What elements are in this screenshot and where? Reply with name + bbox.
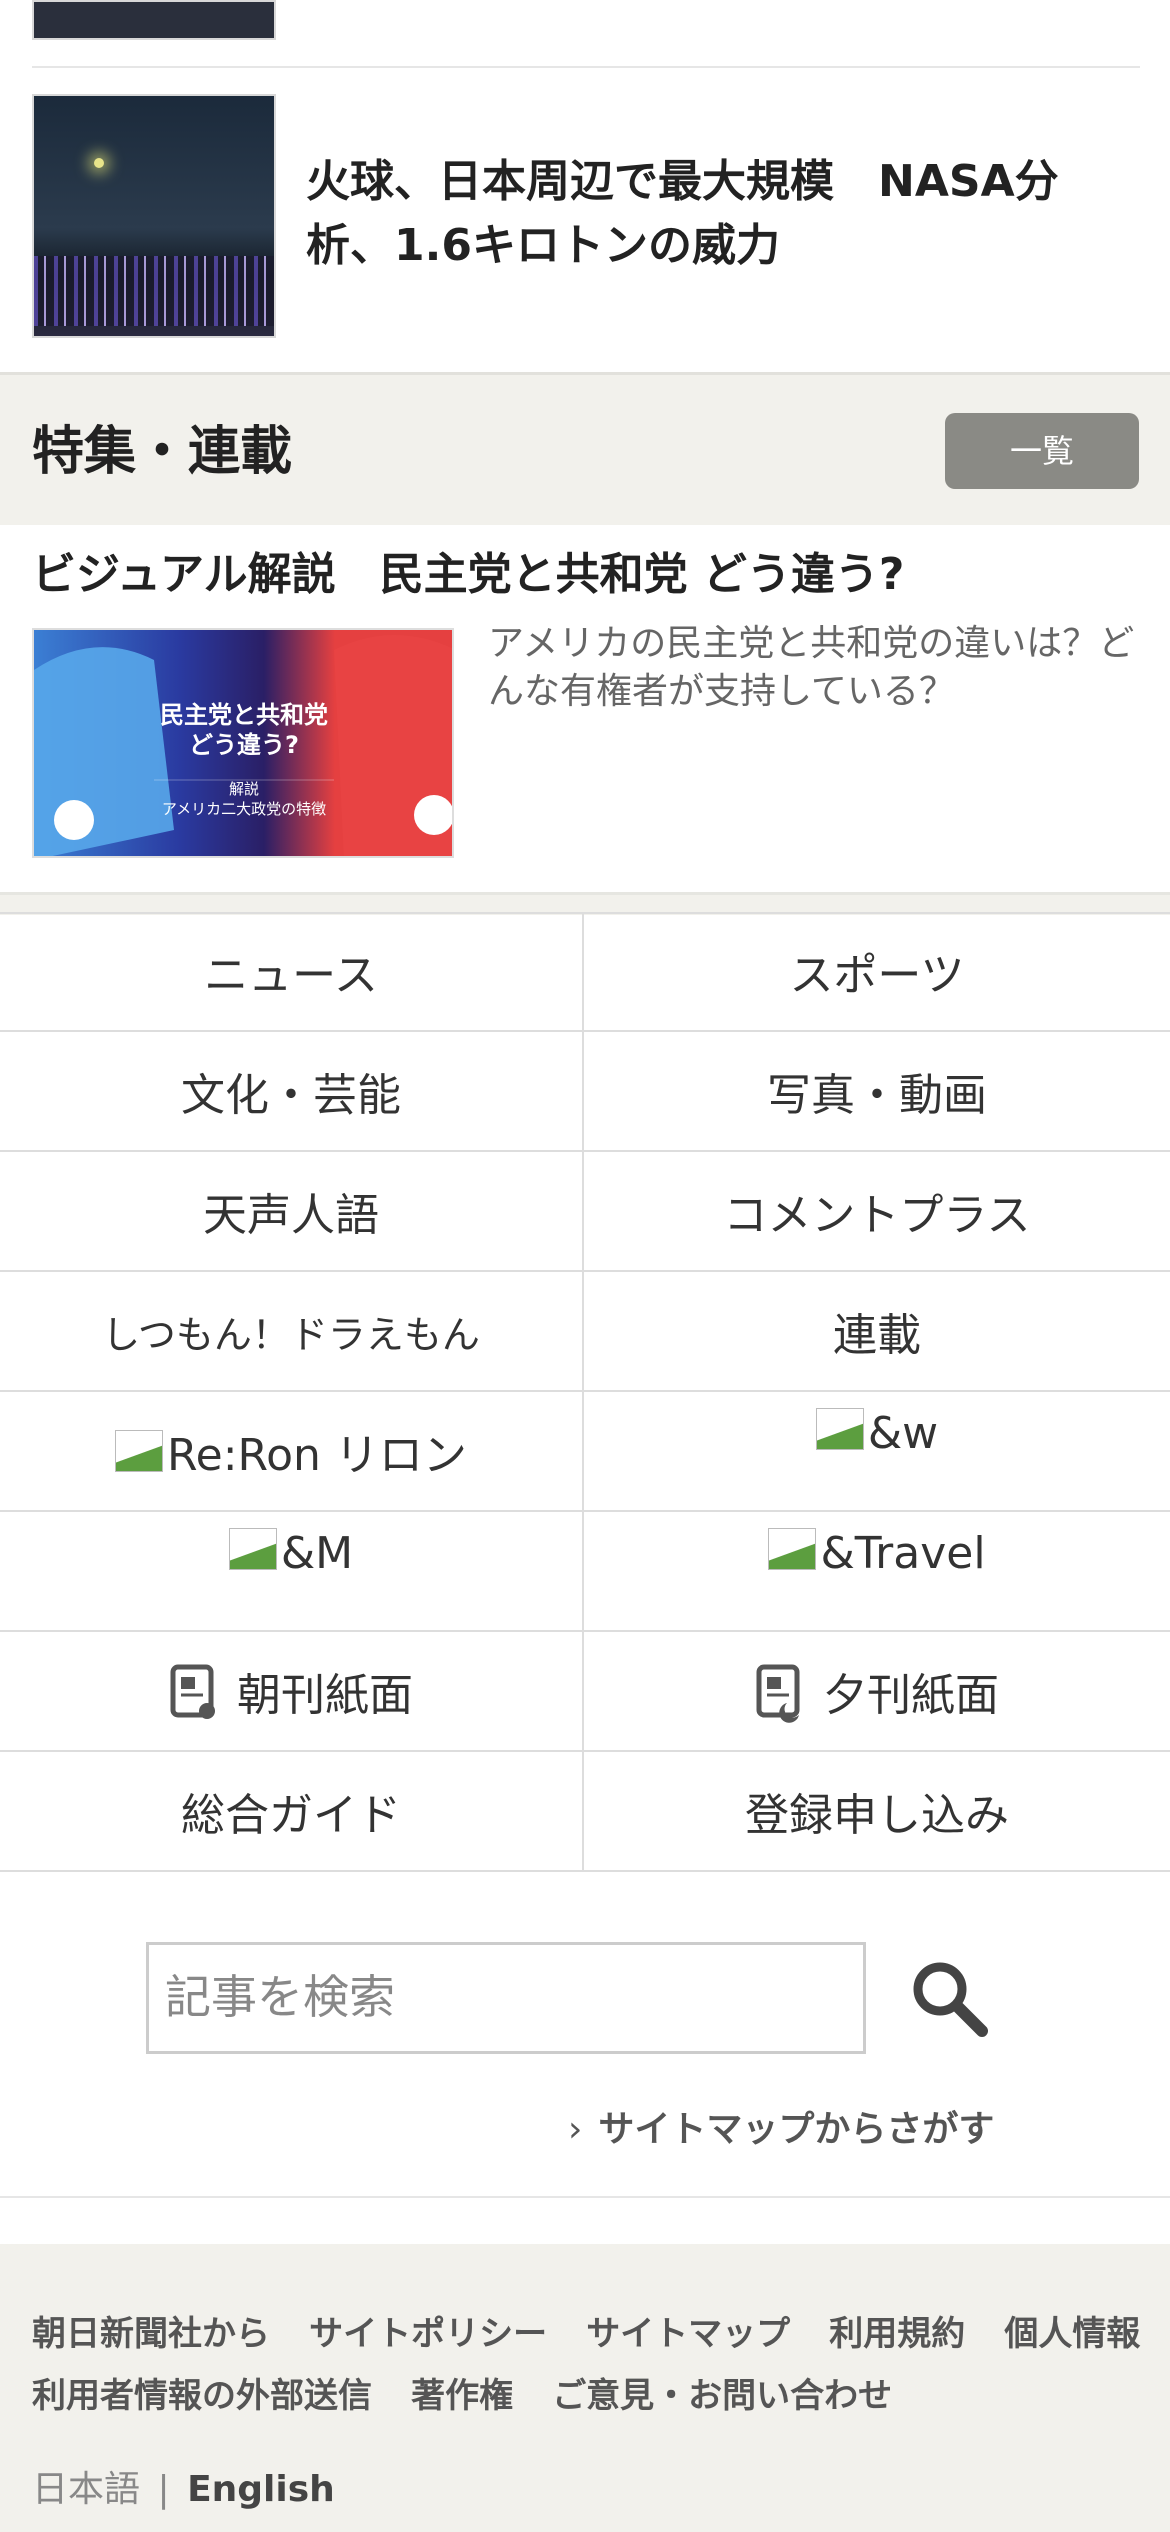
nav-label: &Travel — [820, 1528, 986, 1579]
lang-separator: | — [157, 2469, 170, 2510]
morning-paper-icon — [169, 1659, 219, 1723]
language-switcher: 日本語 | English — [32, 2460, 335, 2512]
nav-label: スポーツ — [789, 950, 965, 1001]
lang-english[interactable]: English — [187, 2469, 335, 2510]
nav-label: 写真・動画 — [767, 1070, 987, 1121]
nav-label: 夕刊紙面 — [823, 1670, 999, 1721]
footer-link-company[interactable]: 朝日新聞社から — [32, 2314, 270, 2354]
footer-links-row1: 朝日新聞社から サイトポリシー サイトマップ 利用規約 個人情報 — [32, 2306, 1152, 2355]
nav-reron[interactable]: Re:Ron リロン — [0, 1392, 584, 1512]
nav-evening-paper[interactable]: 夕刊紙面 — [584, 1632, 1170, 1752]
lang-japanese[interactable]: 日本語 — [32, 2469, 140, 2510]
nav-label: 文化・芸能 — [181, 1070, 401, 1121]
nav-comment-plus[interactable]: コメントプラス — [584, 1152, 1170, 1272]
meteor-graphic — [94, 158, 104, 168]
footer-link-privacy[interactable]: 個人情報 — [1004, 2314, 1140, 2354]
nav-and-m[interactable]: &M — [0, 1512, 584, 1632]
features-list-button[interactable]: 一覧 — [945, 413, 1139, 489]
nav-tenseijingo[interactable]: 天声人語 — [0, 1152, 584, 1272]
features-header: 特集・連載 一覧 — [0, 372, 1170, 525]
nav-label: 天声人語 — [203, 1190, 379, 1241]
city-lights-graphic — [34, 256, 274, 326]
grid-top-border — [0, 912, 1170, 914]
nav-label: 総合ガイド — [181, 1790, 401, 1841]
nav-morning-paper[interactable]: 朝刊紙面 — [0, 1632, 584, 1752]
nav-series[interactable]: 連載 — [584, 1272, 1170, 1392]
article-headline[interactable]: 火球、日本周辺で最大規模 NASA分析、1.6キロトンの威力 — [306, 150, 1136, 278]
feature-item-image[interactable]: 民主党と共和党 どう違う? 解説 アメリカ二大政党の特徴 — [32, 628, 454, 858]
feature-item-description: アメリカの民主党と共和党の違いは？どんな有権者が支持している？ — [488, 623, 1135, 712]
feature-item-title[interactable]: ビジュアル解説 民主党と共和党 どう違う? — [32, 542, 1142, 608]
search-icon[interactable] — [906, 1955, 990, 2039]
nav-label: ニュース — [204, 950, 378, 1001]
nav-guide[interactable]: 総合ガイド — [0, 1752, 584, 1872]
nav-label: コメントプラス — [723, 1190, 1031, 1241]
nav-label: 朝刊紙面 — [237, 1670, 413, 1721]
feature-image-title: 民主党と共和党 どう違う? — [160, 701, 328, 759]
feature-image-sub2: アメリカ二大政党の特徴 — [161, 800, 327, 818]
nav-label: &w — [867, 1408, 939, 1459]
chevron-right-icon: › — [568, 2109, 583, 2150]
nav-grid: ニュース スポーツ 文化・芸能 写真・動画 天声人語 コメントプラス しつもん！… — [0, 912, 1170, 1872]
sitemap-link[interactable]: › サイトマップからさがす — [568, 2100, 994, 2152]
features-title: 特集・連載 — [32, 422, 293, 482]
divider — [0, 2196, 1170, 2198]
nav-photo-video[interactable]: 写真・動画 — [584, 1032, 1170, 1152]
broken-image-icon — [815, 1408, 864, 1450]
nav-and-w[interactable]: &w — [584, 1392, 1170, 1512]
footer-link-external-transmission[interactable]: 利用者情報の外部送信 — [32, 2376, 372, 2416]
footer: 朝日新聞社から サイトポリシー サイトマップ 利用規約 個人情報 利用者情報の外… — [0, 2244, 1170, 2532]
nav-sports[interactable]: スポーツ — [584, 912, 1170, 1032]
nav-label: 登録申し込み — [745, 1790, 1009, 1841]
nav-doraemon[interactable]: しつもん！ドラえもん — [0, 1272, 584, 1392]
nav-label: しつもん！ドラえもん — [102, 1312, 480, 1357]
divider — [32, 66, 1140, 68]
article-thumbnail[interactable] — [32, 94, 276, 338]
nav-label: &M — [280, 1528, 354, 1579]
feature-image-sub1: 解説 — [228, 780, 259, 798]
broken-image-icon — [228, 1528, 277, 1570]
search-input[interactable]: 記事を検索 — [146, 1942, 866, 2054]
nav-news[interactable]: ニュース — [0, 912, 584, 1032]
nav-culture[interactable]: 文化・芸能 — [0, 1032, 584, 1152]
broken-image-icon — [115, 1430, 164, 1472]
nav-and-travel[interactable]: &Travel — [584, 1512, 1170, 1632]
nav-label: Re:Ron リロン — [167, 1430, 467, 1481]
footer-link-copyright[interactable]: 著作権 — [411, 2376, 513, 2416]
previous-article-thumbnail[interactable] — [32, 0, 276, 40]
evening-paper-icon — [755, 1659, 805, 1723]
nav-label: 連載 — [833, 1310, 921, 1361]
footer-link-terms[interactable]: 利用規約 — [829, 2314, 965, 2354]
footer-links-row2: 利用者情報の外部送信 著作権 ご意見・お問い合わせ — [32, 2368, 1152, 2417]
footer-link-sitemap[interactable]: サイトマップ — [586, 2314, 790, 2354]
broken-image-icon — [768, 1528, 817, 1570]
footer-link-contact[interactable]: ご意見・お問い合わせ — [552, 2376, 892, 2416]
footer-link-policy[interactable]: サイトポリシー — [309, 2314, 547, 2354]
nav-register[interactable]: 登録申し込み — [584, 1752, 1170, 1872]
sitemap-link-label: サイトマップからさがす — [598, 2109, 995, 2150]
